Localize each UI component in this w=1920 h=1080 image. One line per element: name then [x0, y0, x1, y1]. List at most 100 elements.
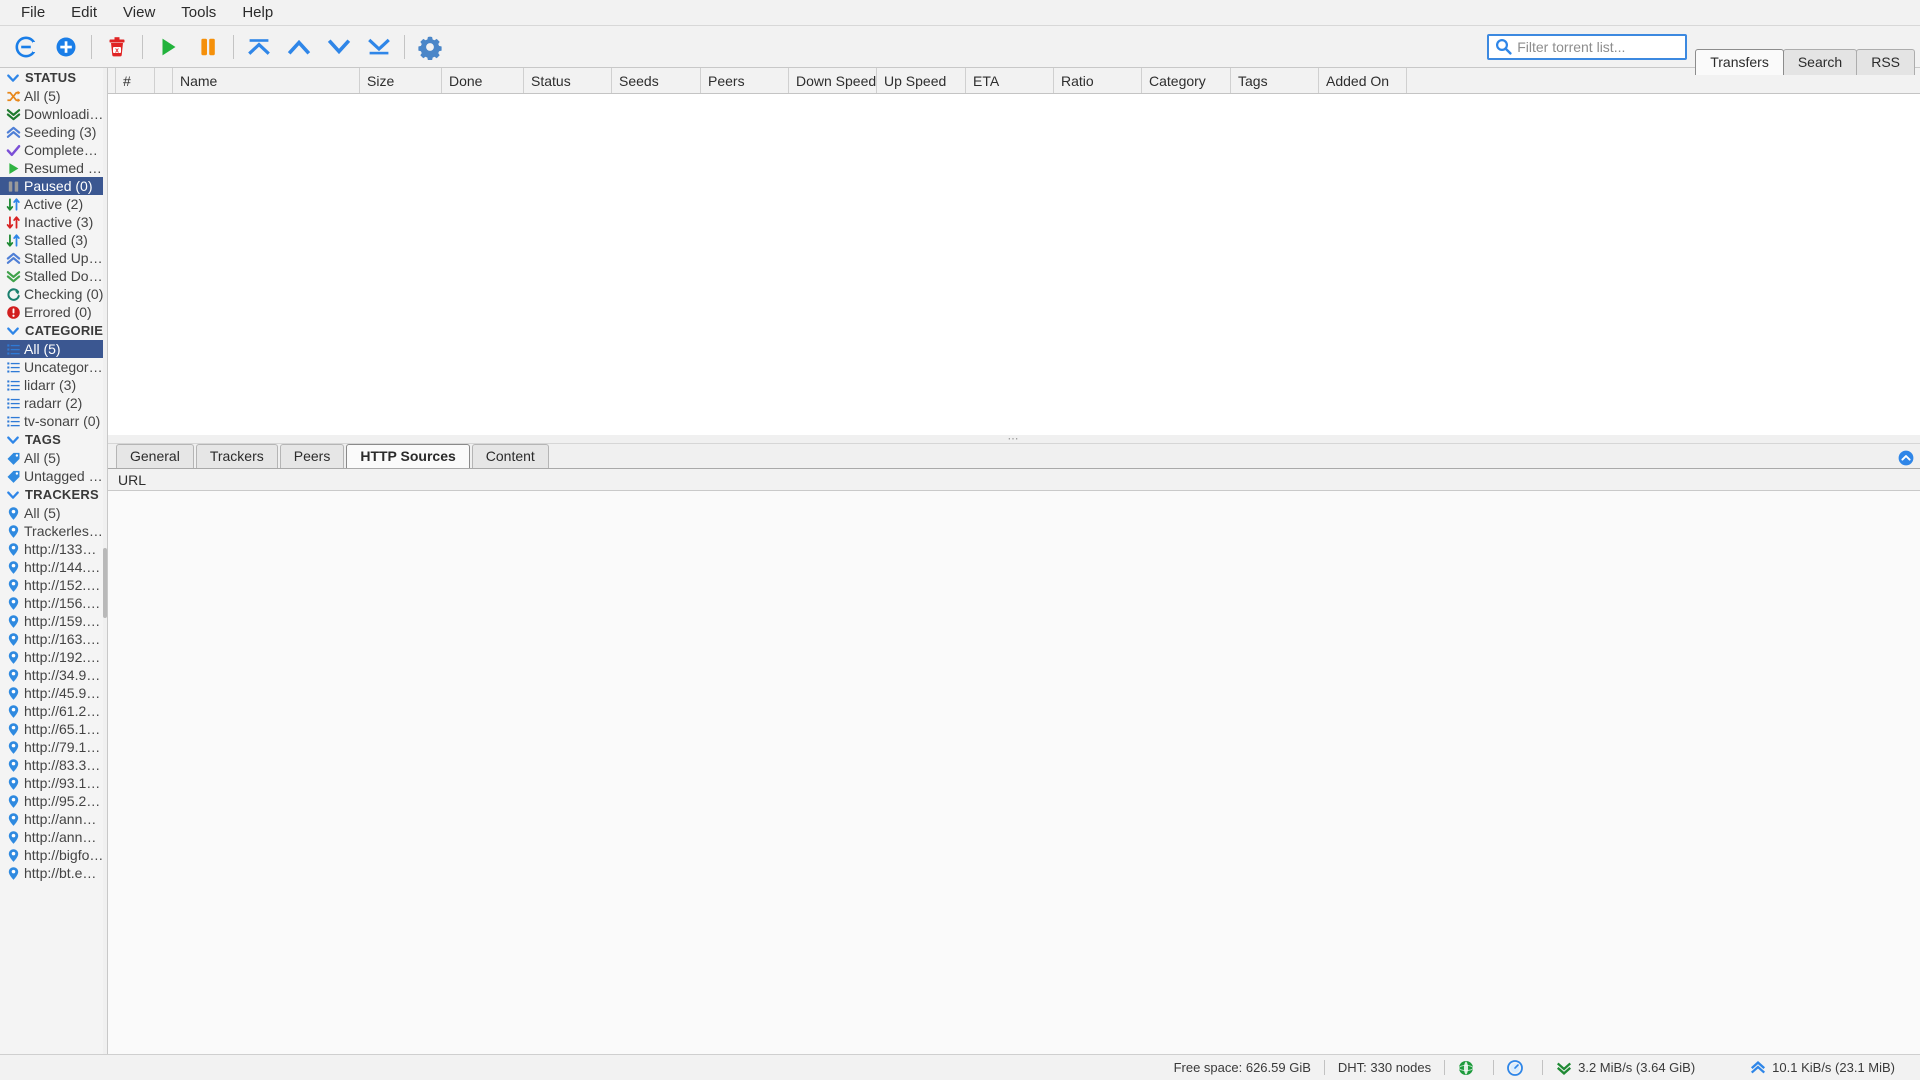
column-header-name[interactable]: Name [173, 68, 360, 93]
add-torrent-link-button[interactable] [6, 29, 46, 65]
sidebar-item-status-10[interactable]: Stalled Downlo... [0, 267, 104, 285]
tab-general[interactable]: General [116, 444, 194, 468]
sidebar-item-trackers-13[interactable]: http://79.137.19… [0, 738, 104, 756]
sidebar-group-tags[interactable]: TAGS [0, 430, 104, 449]
column-header-up-speed[interactable]: Up Speed [877, 68, 966, 93]
column-header-done[interactable]: Done [442, 68, 524, 93]
sidebar-item-categories-0[interactable]: All (5) [0, 340, 104, 358]
increase-priority-button[interactable] [279, 29, 319, 65]
sidebar-item-trackers-7[interactable]: http://163.172.2… [0, 630, 104, 648]
column-header-peers[interactable]: Peers [701, 68, 789, 93]
column-header-added-on[interactable]: Added On [1319, 68, 1407, 93]
pin-icon [4, 650, 22, 665]
decrease-priority-button[interactable] [319, 29, 359, 65]
sidebar-scrollbar[interactable] [103, 68, 107, 1054]
search-input[interactable] [1513, 38, 1699, 55]
filter-search-box[interactable] [1487, 33, 1699, 60]
sidebar-item-trackers-8[interactable]: http://192.9.228… [0, 648, 104, 666]
sidebar-item-trackers-0[interactable]: All (5) [0, 504, 104, 522]
double-chevron-up-icon [4, 251, 22, 266]
sidebar-group-status[interactable]: STATUS [0, 68, 104, 87]
top-priority-button[interactable] [239, 29, 279, 65]
tab-rss[interactable]: RSS [1856, 49, 1915, 75]
start-button[interactable] [148, 29, 188, 65]
tab-content[interactable]: Content [471, 444, 549, 468]
menu-tools[interactable]: Tools [168, 1, 229, 25]
menu-help[interactable]: Help [229, 1, 286, 25]
column-header-tags[interactable]: Tags [1231, 68, 1319, 93]
sidebar-item-trackers-19[interactable]: http://bigfoot19… [0, 846, 104, 864]
panel-splitter[interactable]: ⋯ [108, 434, 1920, 445]
column-header-category[interactable]: Category [1142, 68, 1231, 93]
sidebar-item-status-8[interactable]: Stalled (3) [0, 231, 104, 249]
add-torrent-file-button[interactable] [46, 29, 86, 65]
column-header-size[interactable]: Size [360, 68, 442, 93]
sidebar-item-trackers-12[interactable]: http://65.130.20… [0, 720, 104, 738]
detail-list-body[interactable] [108, 491, 1920, 1054]
sidebar-item-status-3[interactable]: Completed (3) [0, 141, 104, 159]
sidebar-item-trackers-3[interactable]: http://144.76.11… [0, 558, 104, 576]
column-header-down-speed[interactable]: Down Speed [789, 68, 877, 93]
sidebar-scrollbar-thumb[interactable] [103, 548, 107, 618]
column-header-spacer-0[interactable] [108, 68, 116, 93]
sidebar-item-tags-0[interactable]: All (5) [0, 449, 104, 467]
sidebar-item-status-11[interactable]: Checking (0) [0, 285, 104, 303]
column-header-seeds[interactable]: Seeds [612, 68, 701, 93]
sidebar-scroll-area[interactable]: STATUS All (5) Downloading (2) Seeding (3) C… [0, 68, 104, 1054]
speed-limit-status[interactable] [1494, 1059, 1542, 1076]
sidebar-item-status-9[interactable]: Stalled Uploadi... [0, 249, 104, 267]
sidebar-item-categories-1[interactable]: Uncategorized (0) [0, 358, 104, 376]
sidebar-item-trackers-2[interactable]: http://1337.abc… [0, 540, 104, 558]
collapse-circle-icon[interactable] [1898, 450, 1914, 466]
sidebar-item-trackers-5[interactable]: http://156.234.2… [0, 594, 104, 612]
sidebar-item-trackers-9[interactable]: http://34.94.213… [0, 666, 104, 684]
sidebar-item-status-2[interactable]: Seeding (3) [0, 123, 104, 141]
sidebar-item-trackers-1[interactable]: Trackerless (0) [0, 522, 104, 540]
sidebar-item-status-0[interactable]: All (5) [0, 87, 104, 105]
tab-http-sources[interactable]: HTTP Sources [346, 444, 470, 468]
sidebar-item-categories-4[interactable]: tv-sonarr (0) [0, 412, 104, 430]
pause-button[interactable] [188, 29, 228, 65]
sidebar-item-trackers-20[interactable]: http://bt.endpot… [0, 864, 104, 882]
column-header-spacer-2[interactable] [155, 68, 173, 93]
sidebar-item-status-4[interactable]: Resumed (5) [0, 159, 104, 177]
sidebar-item-trackers-10[interactable]: http://45.95.232… [0, 684, 104, 702]
menu-edit[interactable]: Edit [58, 1, 110, 25]
column-header--[interactable]: # [116, 68, 155, 93]
tab-peers[interactable]: Peers [279, 444, 345, 468]
sidebar-item-status-6[interactable]: Active (2) [0, 195, 104, 213]
sidebar-item-trackers-11[interactable]: http://61.216.14… [0, 702, 104, 720]
delete-button[interactable]: x [97, 29, 137, 65]
sidebar-item-status-7[interactable]: Inactive (3) [0, 213, 104, 231]
sidebar-item-status-5[interactable]: Paused (0) [0, 177, 104, 195]
tab-transfers[interactable]: Transfers [1695, 49, 1784, 75]
sidebar-item-status-12[interactable]: Errored (0) [0, 303, 104, 321]
menu-view[interactable]: View [110, 1, 168, 25]
sidebar-item-trackers-15[interactable]: http://93.158.21… [0, 774, 104, 792]
bottom-priority-button[interactable] [359, 29, 399, 65]
column-header-eta[interactable]: ETA [966, 68, 1054, 93]
sidebar-item-trackers-6[interactable]: http://159.69.65… [0, 612, 104, 630]
connection-status[interactable] [1445, 1060, 1493, 1076]
upload-speed-status: 10.1 KiB/s (23.1 MiB) [1708, 1060, 1908, 1076]
sidebar-item-trackers-14[interactable]: http://83.31.206… [0, 756, 104, 774]
sidebar-group-trackers[interactable]: TRACKERS [0, 485, 104, 504]
sidebar-group-categories[interactable]: CATEGORIES [0, 321, 104, 340]
sidebar-item-tags-1[interactable]: Untagged (5) [0, 467, 104, 485]
sidebar-item-trackers-18[interactable]: http://announce… [0, 828, 104, 846]
tab-trackers[interactable]: Trackers [195, 444, 278, 468]
torrent-table-body[interactable] [108, 94, 1920, 434]
sidebar-item-trackers-4[interactable]: http://152.70.16… [0, 576, 104, 594]
menu-file[interactable]: File [8, 1, 58, 25]
preferences-button[interactable] [410, 29, 450, 65]
tab-search[interactable]: Search [1782, 49, 1858, 75]
sidebar-item-categories-3[interactable]: radarr (2) [0, 394, 104, 412]
sidebar-item-status-1[interactable]: Downloading (2) [0, 105, 104, 123]
column-header-status[interactable]: Status [524, 68, 612, 93]
column-header-ratio[interactable]: Ratio [1054, 68, 1142, 93]
sidebar-item-categories-2[interactable]: lidarr (3) [0, 376, 104, 394]
sidebar-item-trackers-16[interactable]: http://95.217.16… [0, 792, 104, 810]
sidebar-item-trackers-17[interactable]: http://announce… [0, 810, 104, 828]
upload-speed-label: 10.1 KiB/s (23.1 MiB) [1772, 1060, 1895, 1075]
toolbar-separator-4 [404, 34, 405, 59]
